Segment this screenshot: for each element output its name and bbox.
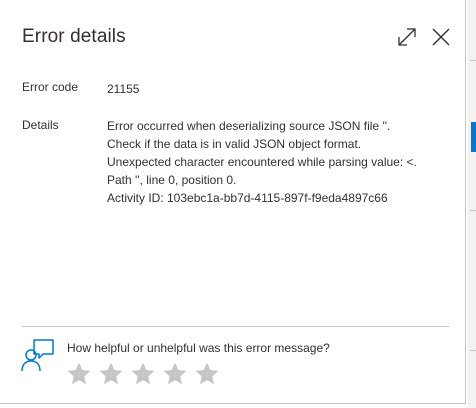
feedback-divider xyxy=(22,326,449,327)
details-line: Check if the data is in valid JSON objec… xyxy=(107,137,362,151)
error-details-dialog: Error details Error code 21155 Details E… xyxy=(0,0,466,404)
expand-button[interactable] xyxy=(396,26,418,48)
star-4-icon[interactable] xyxy=(162,361,188,387)
star-1-icon[interactable] xyxy=(66,361,92,387)
background-divider xyxy=(470,210,476,211)
error-code-label: Error code xyxy=(22,80,79,94)
error-code-value: 21155 xyxy=(107,82,140,96)
background-divider xyxy=(470,350,476,351)
star-3-icon[interactable] xyxy=(130,361,156,387)
details-line: Error occurred when deserializing source… xyxy=(107,119,391,133)
details-label: Details xyxy=(22,118,59,132)
feedback-question: How helpful or unhelpful was this error … xyxy=(67,341,330,355)
activity-id-line: Activity ID: 103ebc1a-bb7d-4115-897f-f9e… xyxy=(107,191,388,205)
background-selected-tab xyxy=(471,122,476,152)
details-message: Error occurred when deserializing source… xyxy=(107,117,447,207)
star-2-icon[interactable] xyxy=(98,361,124,387)
star-5-icon[interactable] xyxy=(194,361,220,387)
background-app-edge xyxy=(468,0,476,408)
details-line: Unexpected character encountered while p… xyxy=(107,155,417,169)
background-divider xyxy=(470,60,476,61)
star-rating xyxy=(66,361,220,387)
details-line: Path '', line 0, position 0. xyxy=(107,173,237,187)
close-icon xyxy=(432,28,450,46)
close-button[interactable] xyxy=(430,26,452,48)
expand-icon xyxy=(398,28,416,46)
feedback-person-chat-icon xyxy=(21,339,54,372)
page: Error details Error code 21155 Details E… xyxy=(0,0,476,408)
dialog-title: Error details xyxy=(22,26,126,47)
